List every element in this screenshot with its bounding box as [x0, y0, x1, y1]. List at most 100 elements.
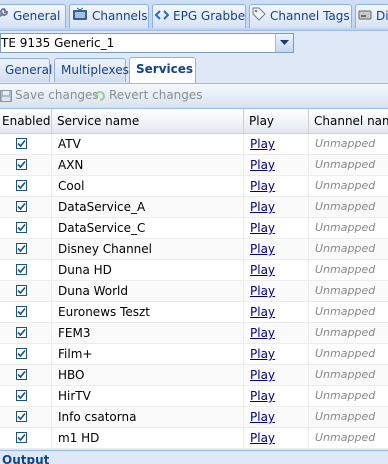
enabled-checkbox[interactable]	[16, 138, 27, 149]
table-row[interactable]: Cool Play Unmapped	[0, 176, 388, 197]
enabled-checkbox[interactable]	[16, 222, 27, 233]
channel-name-cell[interactable]: Unmapped	[309, 302, 388, 322]
play-link[interactable]: Play	[250, 137, 275, 151]
tab-multiplexes[interactable]: Multiplexes	[54, 58, 129, 82]
table-row[interactable]: ATV Play Unmapped	[0, 134, 388, 155]
service-name-cell: HirTV	[52, 386, 244, 406]
enabled-checkbox[interactable]	[16, 159, 27, 170]
play-link[interactable]: Play	[250, 158, 275, 172]
column-header-channel-name[interactable]: Channel name	[309, 109, 388, 133]
table-row[interactable]: Duna World Play Unmapped	[0, 281, 388, 302]
service-name-cell: AXN	[52, 155, 244, 175]
enabled-checkbox[interactable]	[16, 306, 27, 317]
tab-channel-tags[interactable]: Channel Tags	[249, 4, 352, 28]
column-header-enabled[interactable]: Enabled	[0, 109, 52, 133]
play-link[interactable]: Play	[250, 263, 275, 277]
tab-general[interactable]: General	[0, 4, 66, 28]
tv-icon	[72, 6, 88, 28]
revert-button[interactable]: Revert changes	[93, 88, 203, 102]
save-button[interactable]: Save changes	[0, 88, 99, 102]
service-name-cell: Duna HD	[52, 260, 244, 280]
enabled-checkbox[interactable]	[16, 369, 27, 380]
enabled-cell	[0, 239, 52, 259]
channel-name-cell[interactable]: Unmapped	[309, 428, 388, 448]
service-name-cell: Euronews Teszt	[52, 302, 244, 322]
play-link[interactable]: Play	[250, 410, 275, 424]
save-button-label: Save changes	[15, 88, 99, 102]
enabled-checkbox[interactable]	[16, 264, 27, 275]
channel-name-cell[interactable]: Unmapped	[309, 155, 388, 175]
channel-name-cell[interactable]: Unmapped	[309, 239, 388, 259]
enabled-checkbox[interactable]	[16, 327, 27, 338]
service-name-cell: Disney Channel	[52, 239, 244, 259]
services-grid: Enabled Service name Play Channel name A…	[0, 109, 388, 449]
tab-label: EPG Grabber	[173, 9, 246, 23]
channel-name-cell[interactable]: Unmapped	[309, 260, 388, 280]
enabled-checkbox[interactable]	[16, 390, 27, 401]
tab-adapter-general[interactable]: General	[0, 58, 53, 82]
play-cell: Play	[244, 260, 309, 280]
channel-name-cell[interactable]: Unmapped	[309, 386, 388, 406]
channel-name-cell[interactable]: Unmapped	[309, 176, 388, 196]
checkmark-icon	[17, 349, 26, 358]
table-row[interactable]: Info csatorna Play Unmapped	[0, 407, 388, 428]
play-link[interactable]: Play	[250, 431, 275, 445]
play-link[interactable]: Play	[250, 305, 275, 319]
play-link[interactable]: Play	[250, 347, 275, 361]
play-link[interactable]: Play	[250, 284, 275, 298]
adapter-select-value: TE 9135 Generic_1	[1, 36, 115, 50]
play-link[interactable]: Play	[250, 179, 275, 193]
column-header-play[interactable]: Play	[244, 109, 309, 133]
play-cell: Play	[244, 344, 309, 364]
channel-name-cell[interactable]: Unmapped	[309, 197, 388, 217]
channel-name-cell[interactable]: Unmapped	[309, 323, 388, 343]
enabled-checkbox[interactable]	[16, 285, 27, 296]
adapter-select[interactable]: TE 9135 Generic_1	[0, 33, 294, 53]
channel-name-cell[interactable]: Unmapped	[309, 365, 388, 385]
channel-name-cell[interactable]: Unmapped	[309, 281, 388, 301]
enabled-checkbox[interactable]	[16, 243, 27, 254]
table-row[interactable]: Film+ Play Unmapped	[0, 344, 388, 365]
table-row[interactable]: AXN Play Unmapped	[0, 155, 388, 176]
table-row[interactable]: m1 HD Play Unmapped	[0, 428, 388, 449]
table-row[interactable]: Disney Channel Play Unmapped	[0, 239, 388, 260]
channel-name-cell[interactable]: Unmapped	[309, 134, 388, 154]
enabled-cell	[0, 155, 52, 175]
channel-name-cell[interactable]: Unmapped	[309, 344, 388, 364]
tab-services[interactable]: Services	[129, 57, 196, 83]
enabled-checkbox[interactable]	[16, 411, 27, 422]
table-row[interactable]: Euronews Teszt Play Unmapped	[0, 302, 388, 323]
play-link[interactable]: Play	[250, 389, 275, 403]
play-link[interactable]: Play	[250, 221, 275, 235]
services-toolbar: Save changes Revert changes	[0, 84, 388, 109]
play-link[interactable]: Play	[250, 242, 275, 256]
output-panel-title: Output	[2, 453, 50, 464]
column-header-service-name[interactable]: Service name	[52, 109, 244, 133]
tab-di[interactable]: Di	[355, 4, 388, 28]
enabled-cell	[0, 260, 52, 280]
play-link[interactable]: Play	[250, 200, 275, 214]
enabled-checkbox[interactable]	[16, 348, 27, 359]
table-row[interactable]: DataService_C Play Unmapped	[0, 218, 388, 239]
tab-channels[interactable]: Channels	[69, 4, 149, 28]
enabled-checkbox[interactable]	[16, 432, 27, 443]
table-row[interactable]: FEM3 Play Unmapped	[0, 323, 388, 344]
channel-name-cell[interactable]: Unmapped	[309, 218, 388, 238]
tab-epg-grabber[interactable]: EPG Grabber	[152, 4, 246, 28]
table-row[interactable]: Duna HD Play Unmapped	[0, 260, 388, 281]
disk-icon	[358, 6, 372, 28]
enabled-cell	[0, 281, 52, 301]
wrench-icon	[0, 6, 9, 28]
table-row[interactable]: HirTV Play Unmapped	[0, 386, 388, 407]
channel-name-cell[interactable]: Unmapped	[309, 407, 388, 427]
play-link[interactable]: Play	[250, 326, 275, 340]
table-row[interactable]: HBO Play Unmapped	[0, 365, 388, 386]
service-name-cell: Cool	[52, 176, 244, 196]
enabled-checkbox[interactable]	[16, 180, 27, 191]
service-name-cell: DataService_A	[52, 197, 244, 217]
table-row[interactable]: DataService_A Play Unmapped	[0, 197, 388, 218]
enabled-checkbox[interactable]	[16, 201, 27, 212]
dropdown-trigger[interactable]	[275, 34, 293, 52]
play-link[interactable]: Play	[250, 368, 275, 382]
tab-label: General	[5, 63, 53, 77]
